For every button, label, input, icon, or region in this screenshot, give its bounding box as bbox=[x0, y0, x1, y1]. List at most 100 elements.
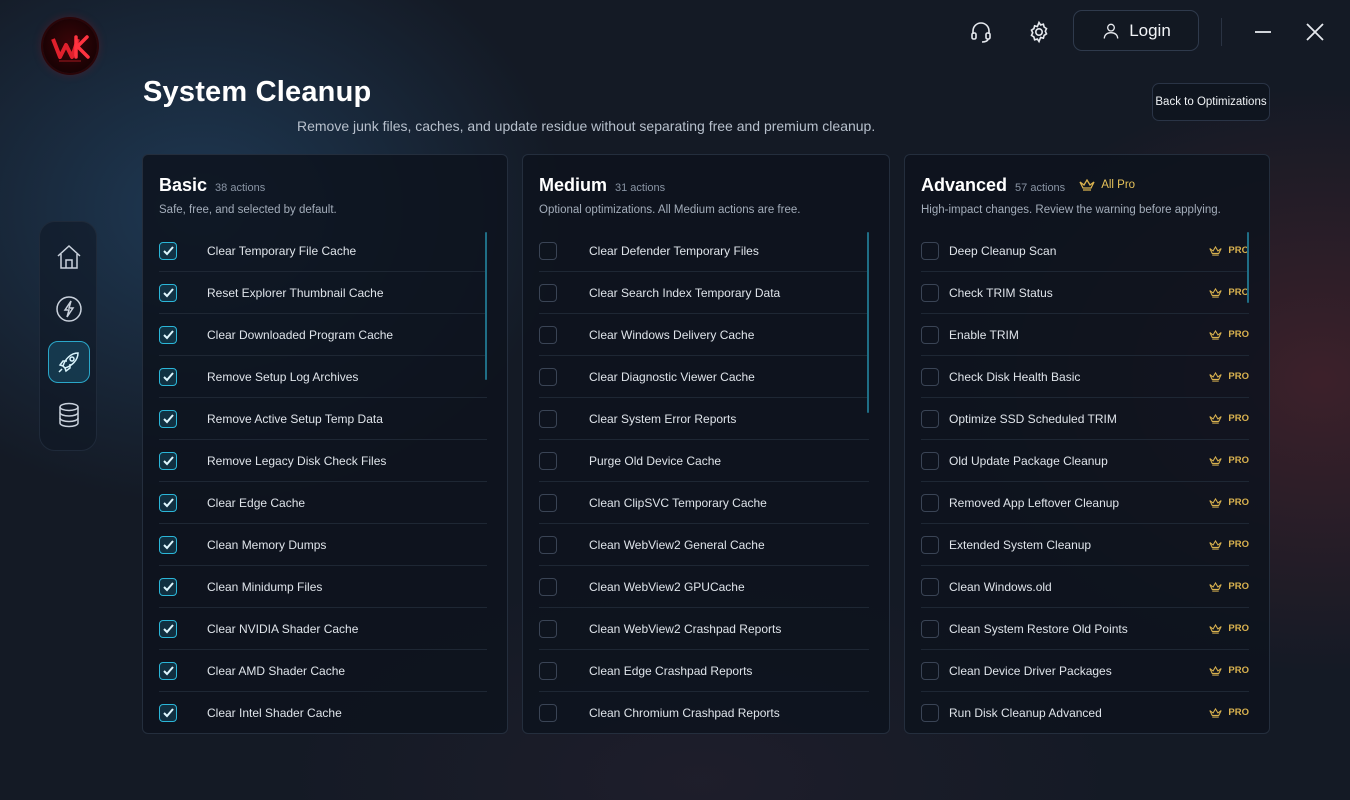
list-item[interactable]: Clear NVIDIA Shader Cache bbox=[159, 608, 487, 650]
list-item[interactable]: Clear Defender Temporary Files bbox=[539, 230, 869, 272]
checkbox[interactable] bbox=[539, 661, 557, 680]
checkbox[interactable] bbox=[921, 535, 939, 554]
list-item[interactable]: Clean WebView2 GPUCache bbox=[539, 566, 869, 608]
list-item[interactable]: Clear Windows Delivery Cache bbox=[539, 314, 869, 356]
checkbox-checked[interactable] bbox=[159, 325, 177, 344]
checkbox-checked[interactable] bbox=[159, 661, 177, 680]
checkbox[interactable] bbox=[539, 619, 557, 638]
checkbox[interactable] bbox=[539, 577, 557, 596]
checkbox[interactable] bbox=[539, 325, 557, 344]
login-button[interactable]: Login bbox=[1073, 10, 1199, 51]
list-item[interactable]: Clear Search Index Temporary Data bbox=[539, 272, 869, 314]
list-item[interactable]: Clean WebView2 Crashpad Reports bbox=[539, 608, 869, 650]
list-item[interactable]: Purge Old Device Cache bbox=[539, 440, 869, 482]
list-item[interactable]: Clean Edge Crashpad Reports bbox=[539, 650, 869, 692]
list-item[interactable]: Remove Setup Log Archives bbox=[159, 356, 487, 398]
list-item-label: Removed App Leftover Cleanup bbox=[949, 495, 1120, 510]
pro-label: PRO bbox=[1228, 245, 1249, 256]
advanced-scrollbar[interactable] bbox=[1247, 232, 1249, 303]
nav-item-storage[interactable] bbox=[48, 394, 90, 436]
list-item[interactable]: Clean Windows.old PRO bbox=[921, 566, 1249, 608]
list-item[interactable]: Clear Diagnostic Viewer Cache bbox=[539, 356, 869, 398]
checkbox[interactable] bbox=[921, 283, 939, 302]
list-item[interactable]: Clean Minidump Files bbox=[159, 566, 487, 608]
medium-scrollbar[interactable] bbox=[867, 232, 869, 413]
list-item[interactable]: Clean Chromium Crashpad Reports bbox=[539, 692, 869, 733]
nav-item-cleanup[interactable] bbox=[48, 341, 90, 383]
list-item[interactable]: Extended System Cleanup PRO bbox=[921, 524, 1249, 566]
checkbox[interactable] bbox=[539, 493, 557, 512]
checkbox[interactable] bbox=[921, 325, 939, 344]
list-item-label: Optimize SSD Scheduled TRIM bbox=[949, 411, 1117, 426]
nav-item-performance[interactable] bbox=[48, 288, 90, 330]
list-item[interactable]: Clear Downloaded Program Cache bbox=[159, 314, 487, 356]
checkbox[interactable] bbox=[921, 241, 939, 260]
list-item[interactable]: Clean System Restore Old Points PRO bbox=[921, 608, 1249, 650]
list-item[interactable]: Remove Legacy Disk Check Files bbox=[159, 440, 487, 482]
list-item[interactable]: Old Update Package Cleanup PRO bbox=[921, 440, 1249, 482]
list-item[interactable]: Clear Intel Shader Cache bbox=[159, 692, 487, 733]
checkbox[interactable] bbox=[921, 451, 939, 470]
checkbox[interactable] bbox=[921, 367, 939, 386]
list-item[interactable]: Check Disk Health Basic PRO bbox=[921, 356, 1249, 398]
list-item-label: Remove Active Setup Temp Data bbox=[207, 411, 383, 426]
list-item[interactable]: Clear Edge Cache bbox=[159, 482, 487, 524]
settings-button[interactable] bbox=[1024, 17, 1054, 47]
list-item[interactable]: Enable TRIM PRO bbox=[921, 314, 1249, 356]
app-logo bbox=[43, 19, 97, 73]
checkbox[interactable] bbox=[539, 367, 557, 386]
list-item-label: Clean Chromium Crashpad Reports bbox=[589, 705, 780, 720]
basic-action-list: Clear Temporary File Cache Reset Explorer… bbox=[159, 230, 487, 733]
checkbox-checked[interactable] bbox=[159, 619, 177, 638]
checkbox[interactable] bbox=[539, 283, 557, 302]
minimize-button[interactable] bbox=[1249, 18, 1277, 46]
checkbox-checked[interactable] bbox=[159, 493, 177, 512]
list-item[interactable]: Removed App Leftover Cleanup PRO bbox=[921, 482, 1249, 524]
list-item-label: Clean WebView2 General Cache bbox=[589, 537, 765, 552]
pro-label: PRO bbox=[1228, 371, 1249, 382]
checkbox[interactable] bbox=[921, 619, 939, 638]
checkbox-checked[interactable] bbox=[159, 451, 177, 470]
list-item[interactable]: Reset Explorer Thumbnail Cache bbox=[159, 272, 487, 314]
support-button[interactable] bbox=[966, 17, 996, 47]
checkbox[interactable] bbox=[921, 493, 939, 512]
list-item[interactable]: Clean ClipSVC Temporary Cache bbox=[539, 482, 869, 524]
user-icon bbox=[1103, 23, 1119, 39]
list-item[interactable]: Clean WebView2 General Cache bbox=[539, 524, 869, 566]
basic-scrollbar[interactable] bbox=[485, 232, 487, 380]
checkbox-checked[interactable] bbox=[159, 367, 177, 386]
list-item[interactable]: Check TRIM Status PRO bbox=[921, 272, 1249, 314]
checkbox[interactable] bbox=[539, 703, 557, 722]
checkbox[interactable] bbox=[539, 409, 557, 428]
list-item[interactable]: Remove Active Setup Temp Data bbox=[159, 398, 487, 440]
list-item[interactable]: Clean Device Driver Packages PRO bbox=[921, 650, 1249, 692]
list-item[interactable]: Clear Temporary File Cache bbox=[159, 230, 487, 272]
list-item[interactable]: Clean Memory Dumps bbox=[159, 524, 487, 566]
checkbox[interactable] bbox=[921, 577, 939, 596]
checkbox-checked[interactable] bbox=[159, 577, 177, 596]
list-item[interactable]: Clear System Error Reports bbox=[539, 398, 869, 440]
checkbox[interactable] bbox=[921, 703, 939, 722]
list-item-label: Clean Edge Crashpad Reports bbox=[589, 663, 753, 678]
toolbar-divider bbox=[1221, 18, 1222, 46]
list-item[interactable]: Optimize SSD Scheduled TRIM PRO bbox=[921, 398, 1249, 440]
checkbox[interactable] bbox=[921, 661, 939, 680]
checkbox-checked[interactable] bbox=[159, 283, 177, 302]
checkbox[interactable] bbox=[539, 535, 557, 554]
list-item-label: Clear Edge Cache bbox=[207, 495, 306, 510]
pro-label: PRO bbox=[1228, 287, 1249, 298]
list-item[interactable]: Clear AMD Shader Cache bbox=[159, 650, 487, 692]
list-item[interactable]: Run Disk Cleanup Advanced PRO bbox=[921, 692, 1249, 733]
checkbox[interactable] bbox=[921, 409, 939, 428]
close-button[interactable] bbox=[1301, 18, 1329, 46]
list-item[interactable]: Deep Cleanup Scan PRO bbox=[921, 230, 1249, 272]
checkbox-checked[interactable] bbox=[159, 241, 177, 260]
checkbox-checked[interactable] bbox=[159, 535, 177, 554]
checkbox[interactable] bbox=[539, 451, 557, 470]
pro-label: PRO bbox=[1228, 539, 1249, 550]
checkbox[interactable] bbox=[539, 241, 557, 260]
back-to-optimizations-button[interactable]: Back to Optimizations bbox=[1152, 83, 1270, 121]
checkbox-checked[interactable] bbox=[159, 409, 177, 428]
nav-item-home[interactable] bbox=[48, 236, 90, 278]
checkbox-checked[interactable] bbox=[159, 703, 177, 722]
